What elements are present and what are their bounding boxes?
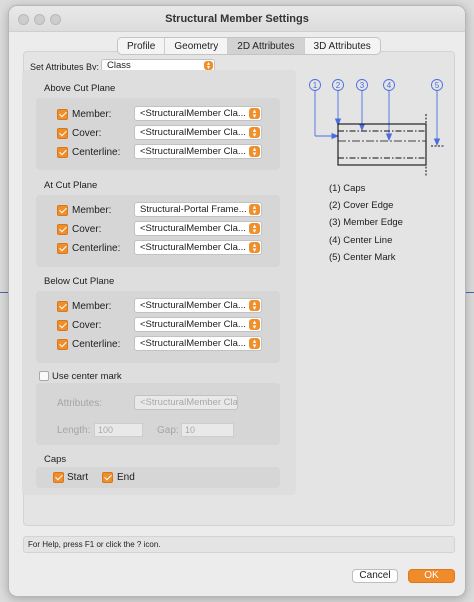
legend-caps: (1) Caps [329,183,366,194]
center-mark-attributes-value: <StructuralMember Cla... [140,397,238,408]
below-cover-value: <StructuralMember Cla... [140,319,246,330]
use-center-mark-label: Use center mark [52,371,122,382]
below-member-checkbox[interactable] [57,301,68,312]
marker-3-text: 3 [360,81,365,90]
legend-cover-edge: (2) Cover Edge [329,200,394,211]
center-mark-length-field: 100 [94,423,143,437]
ok-button[interactable]: OK [408,569,455,583]
stepper-icon: ▴ ▾ [249,223,260,235]
below-member-value: <StructuralMember Cla... [140,300,246,311]
at-member-select[interactable]: Structural-Portal Frame... ▴ ▾ [134,202,262,217]
at-centerline-label: Centerline: [72,243,121,254]
at-centerline-value: <StructuralMember Cla... [140,242,246,253]
stepper-icon: ▴ ▾ [204,61,213,71]
help-text: For Help, press F1 or click the ? icon. [23,536,455,553]
at-member-checkbox[interactable] [57,205,68,216]
below-cut-plane-title: Below Cut Plane [44,276,115,287]
below-cover-label: Cover: [72,320,102,331]
stepper-icon: ▴ ▾ [249,108,260,120]
above-cover-select[interactable]: <StructuralMember Cla... ▴ ▾ [134,125,262,140]
below-centerline-checkbox[interactable] [57,339,68,350]
stepper-icon: ▴ ▾ [249,338,260,350]
below-centerline-value: <StructuralMember Cla... [140,338,246,349]
center-mark-attributes-label: Attributes: [57,398,103,409]
marker-2: 2 [332,79,344,91]
above-centerline-value: <StructuralMember Cla... [140,146,246,157]
below-centerline-select[interactable]: <StructuralMember Cla... ▴ ▾ [134,336,262,351]
above-cover-checkbox[interactable] [57,128,68,139]
use-center-mark-checkbox[interactable] [39,371,49,381]
above-cover-label: Cover: [72,128,102,139]
marker-2-text: 2 [336,81,341,90]
marker-4-text: 4 [387,81,392,90]
legend-member-edge: (3) Member Edge [329,217,403,228]
at-centerline-checkbox[interactable] [57,243,68,254]
at-member-value: Structural-Portal Frame... [140,204,247,215]
marker-4: 4 [383,79,395,91]
caps-end-checkbox[interactable] [102,472,113,483]
legend-center-mark: (5) Center Mark [329,252,396,263]
at-cover-select[interactable]: <StructuralMember Cla... ▴ ▾ [134,221,262,236]
below-cover-checkbox[interactable] [57,320,68,331]
member-shape [337,114,445,176]
tab-geometry[interactable]: Geometry [165,38,229,54]
caps-start-checkbox[interactable] [53,472,64,483]
above-centerline-select[interactable]: <StructuralMember Cla... ▴ ▾ [134,144,262,159]
marker-1-text: 1 [313,81,318,90]
stepper-icon: ▴ ▾ [249,204,260,216]
at-cut-plane-title: At Cut Plane [44,180,98,191]
below-centerline-label: Centerline: [72,339,121,350]
caps-title: Caps [44,454,67,465]
tab-2d-attributes[interactable]: 2D Attributes [228,38,305,54]
above-centerline-label: Centerline: [72,147,121,158]
marker-5-text: 5 [435,81,440,90]
below-cover-select[interactable]: <StructuralMember Cla... ▴ ▾ [134,317,262,332]
stepper-icon: ▴ ▾ [249,319,260,331]
center-mark-gap-field: 10 [181,423,234,437]
marker-5: 5 [431,79,443,91]
tab-bar: Profile Geometry 2D Attributes 3D Attrib… [117,37,381,55]
stepper-icon: ▴ ▾ [249,300,260,312]
at-member-label: Member: [72,205,112,216]
title-bar[interactable]: Structural Member Settings [9,6,465,32]
window-title: Structural Member Settings [165,13,309,25]
tab-3d-attributes[interactable]: 3D Attributes [305,38,380,54]
caps-start-label: Start [67,472,89,483]
settings-dialog: Structural Member Settings Profile Geome… [8,5,466,597]
center-mark-length-label: Length: [57,425,91,436]
structural-member-diagram: 1 2 3 4 5 [309,79,445,176]
at-cover-value: <StructuralMember Cla... [140,223,246,234]
center-mark-attributes-select: <StructuralMember Cla... [134,395,238,410]
above-member-checkbox[interactable] [57,109,68,120]
stepper-icon: ▴ ▾ [249,146,260,158]
cancel-button[interactable]: Cancel [352,569,398,583]
below-member-label: Member: [72,301,112,312]
above-cover-value: <StructuralMember Cla... [140,127,246,138]
center-mark-gap-label: Gap: [157,425,179,436]
below-member-select[interactable]: <StructuralMember Cla... ▴ ▾ [134,298,262,313]
above-cut-plane-title: Above Cut Plane [44,83,116,94]
above-centerline-checkbox[interactable] [57,147,68,158]
at-cover-label: Cover: [72,224,102,235]
caps-end-label: End [117,472,135,483]
stepper-icon: ▴ ▾ [249,242,260,254]
above-member-label: Member: [72,109,112,120]
marker-1: 1 [309,79,321,91]
backdrop-line [0,292,8,293]
above-member-value: <StructuralMember Cla... [140,108,246,119]
at-centerline-select[interactable]: <StructuralMember Cla... ▴ ▾ [134,240,262,255]
stepper-icon: ▴ ▾ [249,127,260,139]
above-member-select[interactable]: <StructuralMember Cla... ▴ ▾ [134,106,262,121]
at-cover-checkbox[interactable] [57,224,68,235]
backdrop-line [466,292,474,293]
legend-center-line: (4) Center Line [329,235,393,246]
leader-lines [314,91,441,147]
tab-profile[interactable]: Profile [118,38,166,54]
marker-3: 3 [356,79,368,91]
